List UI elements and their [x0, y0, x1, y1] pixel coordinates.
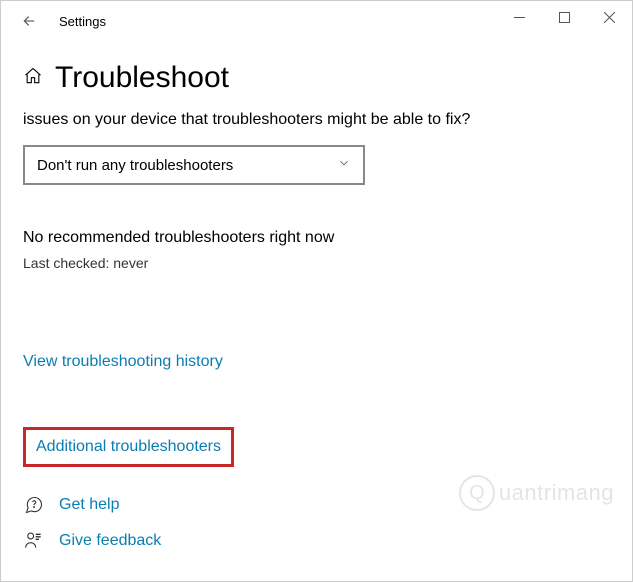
window-title: Settings: [59, 14, 106, 29]
back-button[interactable]: [13, 5, 45, 37]
maximize-button[interactable]: [542, 1, 587, 33]
page-title: Troubleshoot: [55, 61, 229, 95]
get-help-link[interactable]: Get help: [59, 496, 119, 514]
get-help-icon: [23, 495, 45, 515]
highlighted-link-box: Additional troubleshooters: [23, 427, 234, 467]
status-text: No recommended troubleshooters right now: [23, 229, 610, 247]
view-history-link[interactable]: View troubleshooting history: [23, 353, 223, 371]
chevron-down-icon: [337, 156, 351, 175]
feedback-icon: [23, 531, 45, 551]
last-checked-text: Last checked: never: [23, 255, 610, 271]
give-feedback-link[interactable]: Give feedback: [59, 532, 161, 550]
minimize-button[interactable]: [497, 1, 542, 33]
troubleshooter-dropdown[interactable]: Don't run any troubleshooters: [23, 145, 365, 185]
home-icon[interactable]: [23, 66, 43, 91]
additional-troubleshooters-link[interactable]: Additional troubleshooters: [36, 438, 221, 456]
close-button[interactable]: [587, 1, 632, 33]
dropdown-selected: Don't run any troubleshooters: [37, 157, 233, 174]
description-text: issues on your device that troubleshoote…: [23, 109, 610, 131]
